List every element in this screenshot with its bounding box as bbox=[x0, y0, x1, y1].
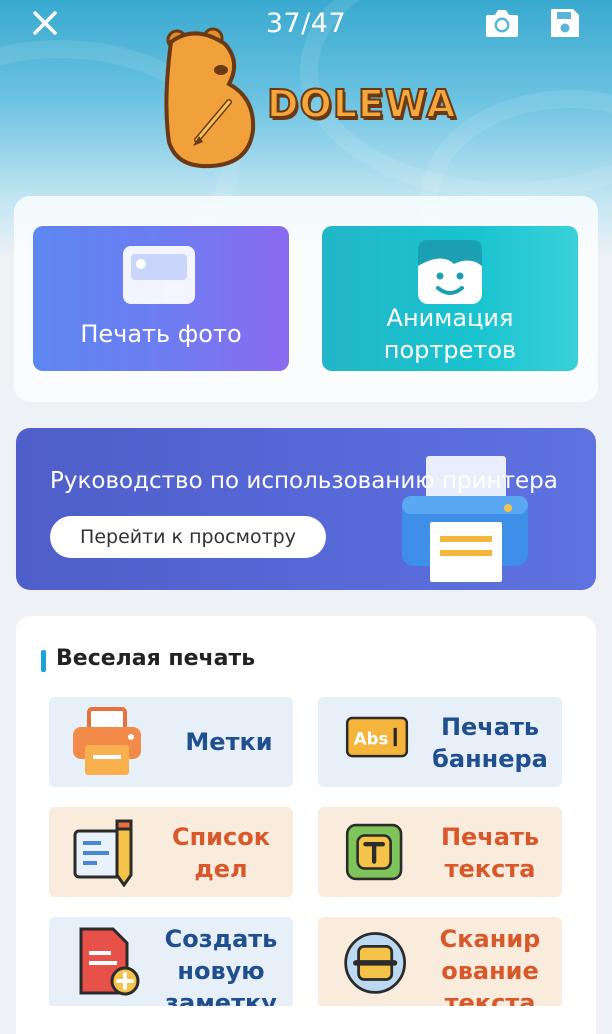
labels-label: Метки bbox=[185, 728, 273, 756]
view-guide-button[interactable]: Перейти к просмотру bbox=[50, 516, 326, 558]
svg-text:Abs: Abs bbox=[354, 729, 389, 748]
banner-print-label-1: Печать bbox=[440, 713, 540, 741]
section-title: Веселая печать bbox=[56, 646, 256, 671]
portrait-animation-button[interactable]: Анимация портретов bbox=[322, 226, 578, 371]
labels-tile[interactable]: Метки bbox=[49, 697, 293, 787]
text-print-tile[interactable]: Печать текста bbox=[318, 807, 562, 897]
banner-print-label-2: баннера bbox=[432, 745, 548, 773]
face-icon bbox=[418, 240, 482, 304]
print-photo-label: Печать фото bbox=[80, 320, 242, 348]
new-note-tile[interactable]: Создать новую заметку bbox=[49, 917, 293, 1009]
scan-text-label-2: ование bbox=[441, 957, 539, 985]
photo-icon bbox=[123, 246, 195, 304]
banner-title: Руководство по использованию принтера bbox=[50, 468, 558, 494]
text-print-label-1: Печать bbox=[440, 823, 540, 851]
scan-text-tile[interactable]: Сканир ование текста bbox=[318, 917, 562, 1009]
abs-banner-icon: Abs bbox=[345, 716, 409, 758]
printer-guide-banner[interactable]: Руководство по использованию принтера Пе… bbox=[16, 428, 596, 590]
camera-icon[interactable] bbox=[484, 6, 520, 40]
portrait-animation-label-2: портретов bbox=[383, 336, 517, 364]
new-note-icon bbox=[79, 927, 140, 996]
text-t-icon bbox=[345, 823, 403, 881]
text-print-label-2: текста bbox=[444, 855, 536, 883]
new-note-label-2: новую bbox=[177, 957, 265, 985]
todo-list-label-1: Список bbox=[171, 823, 270, 851]
portrait-animation-label-1: Анимация bbox=[386, 304, 514, 332]
new-note-label-1: Создать bbox=[164, 925, 278, 953]
logo-text: DOLEWA bbox=[266, 81, 457, 127]
todo-list-label-2: дел bbox=[194, 855, 248, 883]
scan-text-icon bbox=[344, 932, 407, 994]
todo-list-tile[interactable]: Список дел bbox=[49, 807, 293, 897]
section-accent-bar bbox=[41, 650, 46, 672]
scan-text-label-1: Сканир bbox=[439, 925, 541, 953]
print-photo-button[interactable]: Печать фото bbox=[33, 226, 289, 371]
label-printer-icon bbox=[73, 707, 141, 775]
todo-list-icon bbox=[73, 819, 133, 887]
brand-logo: DOLEWA bbox=[155, 22, 465, 172]
section-bottom-edge bbox=[16, 1006, 596, 1034]
save-icon[interactable] bbox=[548, 6, 582, 40]
banner-print-tile[interactable]: Abs Печать баннера bbox=[318, 697, 562, 787]
